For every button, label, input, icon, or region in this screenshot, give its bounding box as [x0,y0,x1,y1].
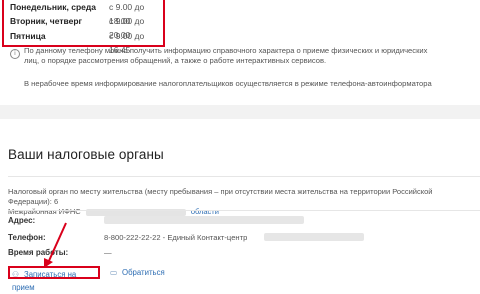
appeal-button[interactable]: ▭ Обратиться [110,266,180,279]
appointment-label: Записаться на прием [12,270,77,292]
appeal-label: Обратиться [122,268,165,277]
user-icon: ⚇ [12,270,19,279]
arrow-annotation [44,222,67,268]
appointment-button[interactable]: ⚇ Записаться на прием [8,266,100,292]
chat-icon: ▭ [110,268,118,277]
